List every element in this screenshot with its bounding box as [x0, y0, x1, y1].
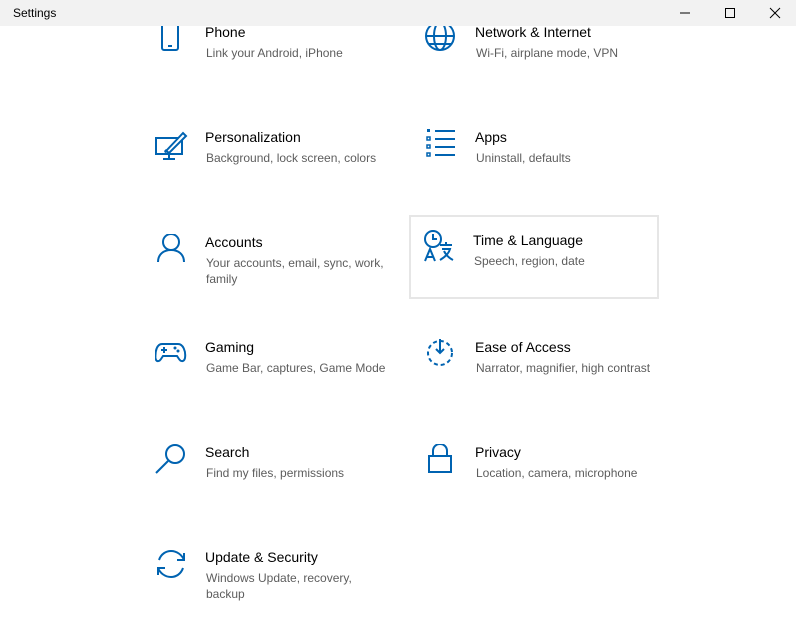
tile-accounts-desc: Your accounts, email, sync, work, family	[206, 256, 384, 286]
tile-network[interactable]: Network & Internet Wi-Fi, airplane mode,…	[423, 22, 671, 104]
tile-apps-desc: Uninstall, defaults	[476, 151, 571, 165]
tile-search-name: Search	[205, 444, 250, 460]
person-icon	[155, 234, 191, 270]
tile-time-language[interactable]: Time & Language Speech, region, date	[409, 215, 659, 299]
globe-icon	[425, 24, 461, 60]
tile-apps-name: Apps	[475, 129, 507, 145]
tile-personalization-name: Personalization	[205, 129, 301, 145]
tile-privacy-desc: Location, camera, microphone	[476, 466, 638, 480]
tile-gaming-desc: Game Bar, captures, Game Mode	[206, 361, 386, 375]
tile-ease-of-access[interactable]: Ease of Access Narrator, magnifier, high…	[423, 337, 671, 419]
tile-privacy[interactable]: Privacy Location, camera, microphone	[423, 442, 671, 524]
tile-ease-of-access-name: Ease of Access	[475, 339, 571, 355]
tile-search[interactable]: Search Find my files, permissions	[153, 442, 401, 524]
tile-phone[interactable]: Phone Link your Android, iPhone	[153, 22, 401, 104]
settings-home: Phone Link your Android, iPhone Network …	[0, 0, 796, 628]
window-title: Settings	[13, 6, 57, 20]
maximize-button[interactable]	[707, 0, 753, 26]
tile-network-name: Network & Internet	[475, 24, 591, 40]
tile-personalization[interactable]: Personalization Background, lock screen,…	[153, 127, 401, 209]
tile-phone-desc: Link your Android, iPhone	[206, 46, 343, 60]
tile-accounts-name: Accounts	[205, 234, 263, 250]
search-icon	[155, 444, 191, 480]
ease-of-access-icon	[425, 339, 461, 375]
close-button[interactable]	[752, 0, 796, 26]
tile-search-desc: Find my files, permissions	[206, 466, 345, 480]
minimize-icon	[680, 12, 690, 14]
tile-network-desc: Wi-Fi, airplane mode, VPN	[476, 46, 619, 60]
tile-time-language-name: Time & Language	[473, 232, 583, 248]
tile-update-security[interactable]: Update & Security Windows Update, recove…	[153, 547, 401, 629]
tile-accounts[interactable]: Accounts Your accounts, email, sync, wor…	[153, 232, 401, 314]
tile-update-security-name: Update & Security	[205, 549, 318, 565]
title-bar[interactable]: Settings	[0, 0, 796, 26]
tile-phone-name: Phone	[205, 24, 246, 40]
close-icon	[769, 7, 781, 19]
tile-apps[interactable]: Apps Uninstall, defaults	[423, 127, 671, 209]
tile-personalization-desc: Background, lock screen, colors	[206, 151, 377, 165]
sync-icon	[155, 549, 191, 585]
paint-icon	[155, 129, 191, 165]
gamepad-icon	[155, 339, 191, 375]
phone-icon	[155, 24, 191, 60]
tile-gaming[interactable]: Gaming Game Bar, captures, Game Mode	[153, 337, 401, 419]
maximize-icon	[725, 8, 735, 18]
apps-list-icon	[425, 129, 461, 165]
tile-update-security-desc: Windows Update, recovery, backup	[206, 571, 352, 601]
tile-privacy-name: Privacy	[475, 444, 521, 460]
tile-time-language-desc: Speech, region, date	[474, 254, 585, 268]
lock-icon	[425, 444, 461, 480]
tile-ease-of-access-desc: Narrator, magnifier, high contrast	[476, 361, 651, 375]
time-language-icon	[423, 230, 459, 266]
minimize-button[interactable]	[662, 0, 708, 26]
tile-gaming-name: Gaming	[205, 339, 255, 355]
